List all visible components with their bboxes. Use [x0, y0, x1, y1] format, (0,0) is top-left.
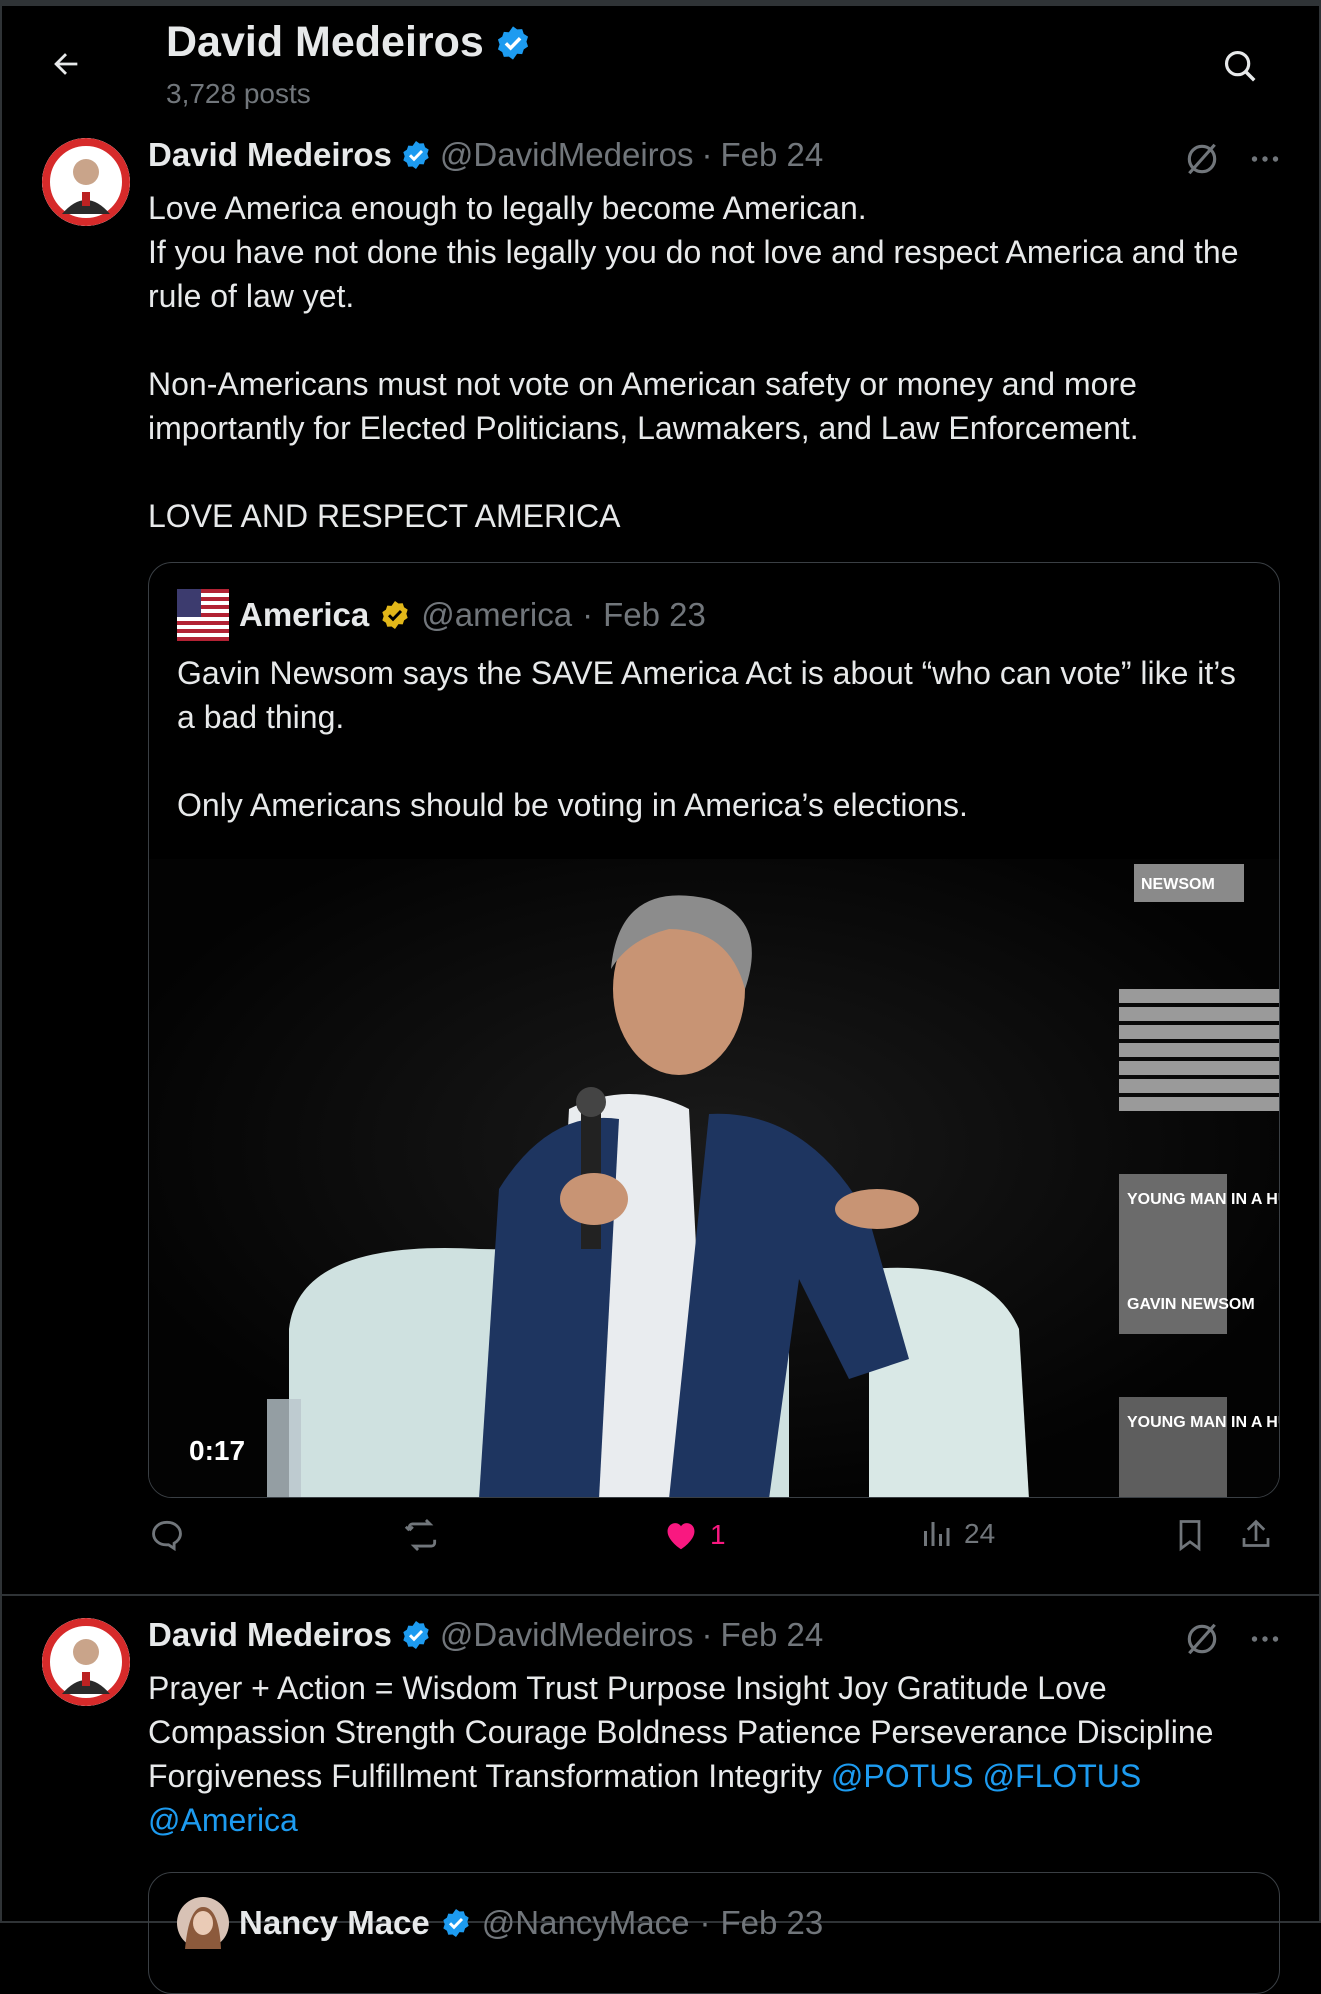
verified-badge-icon [403, 141, 429, 169]
post-text: Prayer + Action = Wisdom Trust Purpose I… [148, 1666, 1278, 1842]
post[interactable]: David Medeiros @DavidMedeiros · Feb 24 P… [2, 1598, 1321, 1994]
views-icon [924, 1522, 950, 1546]
video-player[interactable]: NEWSOM YOUNG MAN IN A HURRY GAVIN NEWSOM [149, 859, 1279, 1497]
app-frame: David Medeiros 3,728 posts David Medeiro… [0, 0, 1321, 1994]
post-date[interactable]: Feb 24 [721, 1616, 824, 1654]
profile-header: David Medeiros 3,728 posts [2, 6, 1321, 118]
quoted-post-text: Gavin Newsom says the SAVE America Act i… [177, 651, 1257, 827]
quoted-paragraph: Gavin Newsom says the SAVE America Act i… [177, 655, 1236, 735]
quoted-post-header: Nancy Mace @NancyMace · Feb 23 [177, 1897, 823, 1949]
quoted-post[interactable]: Nancy Mace @NancyMace · Feb 23 [148, 1872, 1280, 1994]
quoted-author-handle[interactable]: @NancyMace [482, 1904, 690, 1942]
view-count: 24 [964, 1518, 996, 1549]
more-icon[interactable] [1247, 1621, 1283, 1657]
share-icon [1242, 1519, 1270, 1547]
repost-icon [404, 1518, 437, 1552]
views-button[interactable]: 24 [918, 1516, 995, 1552]
book-label: YOUNG MAN IN A HURRY [1127, 1414, 1279, 1431]
post[interactable]: David Medeiros @DavidMedeiros · Feb 24 L… [2, 118, 1321, 1594]
verified-badge-icon [497, 25, 528, 60]
like-button[interactable]: 1 [662, 1516, 726, 1554]
post-header-actions [1183, 1620, 1283, 1658]
header-name: David Medeiros [166, 18, 484, 66]
book-label: NEWSOM [1141, 876, 1215, 893]
avatar-image [42, 1618, 130, 1706]
post-header-actions [1183, 140, 1283, 178]
reply-button[interactable] [148, 1516, 196, 1554]
quoted-author-name[interactable]: Nancy Mace [239, 1904, 430, 1942]
author-handle[interactable]: @DavidMedeiros [440, 1616, 694, 1654]
mention-link[interactable]: @POTUS [831, 1758, 974, 1794]
heart-icon [667, 1523, 695, 1550]
grok-icon[interactable] [1183, 140, 1221, 178]
us-flag-avatar[interactable] [177, 589, 229, 641]
search-icon [1224, 50, 1256, 82]
post-paragraph: Love America enough to legally become Am… [148, 190, 867, 226]
avatar[interactable] [42, 1618, 130, 1706]
post-paragraph: If you have not done this legally you do… [148, 234, 1239, 314]
separator: · [699, 1904, 711, 1941]
post-count: 3,728 posts [166, 78, 311, 109]
more-icon[interactable] [1247, 141, 1283, 177]
back-arrow-icon [54, 53, 78, 75]
video-duration: 0:17 [189, 1435, 246, 1466]
video-frame: NEWSOM YOUNG MAN IN A HURRY GAVIN NEWSOM [149, 859, 1279, 1497]
author-name[interactable]: David Medeiros [148, 1616, 392, 1654]
author-handle[interactable]: @DavidMedeiros [440, 136, 694, 174]
grok-icon[interactable] [1183, 1620, 1221, 1658]
reply-icon [152, 1520, 182, 1552]
quoted-author-handle[interactable]: @america [421, 596, 572, 634]
repost-button[interactable] [402, 1516, 452, 1554]
post-paragraph: LOVE AND RESPECT AMERICA [148, 498, 621, 534]
like-count: 1 [710, 1519, 726, 1550]
avatar[interactable] [42, 138, 130, 226]
gold-verified-badge-icon [382, 601, 408, 629]
verified-badge-icon [403, 1621, 429, 1649]
verified-badge-icon [443, 1909, 469, 1937]
quoted-paragraph: Only Americans should be voting in Ameri… [177, 787, 968, 823]
avatar-image [42, 138, 130, 226]
post-actions: 1 24 [148, 1516, 1278, 1576]
post-header: David Medeiros @DavidMedeiros · Feb 24 [148, 136, 823, 174]
author-name[interactable]: David Medeiros [148, 136, 392, 174]
post-divider [2, 1594, 1321, 1596]
bookmark-icon [1179, 1520, 1201, 1552]
mention-link[interactable]: @America [148, 1802, 298, 1838]
quoted-post[interactable]: America @america · Feb 23 Gavin Newsom s… [148, 562, 1280, 1498]
quoted-author-name[interactable]: America [239, 596, 369, 634]
post-text: Love America enough to legally become Am… [148, 186, 1278, 538]
quoted-post-date[interactable]: Feb 23 [721, 1904, 824, 1942]
quoted-post-date[interactable]: Feb 23 [603, 596, 706, 634]
search-button[interactable] [1214, 40, 1266, 92]
post-date[interactable]: Feb 24 [721, 136, 824, 174]
post-paragraph: Non-Americans must not vote on American … [148, 366, 1139, 446]
book-label: YOUNG MAN IN A HURRY [1127, 1191, 1279, 1208]
separator: · [701, 136, 713, 173]
book-label: GAVIN NEWSOM [1127, 1296, 1255, 1313]
page-title: David Medeiros [166, 18, 532, 67]
post-header: David Medeiros @DavidMedeiros · Feb 24 [148, 1616, 823, 1654]
quoted-avatar[interactable] [177, 1897, 229, 1949]
separator: · [582, 596, 594, 633]
bookmark-button[interactable] [1172, 1516, 1208, 1554]
back-button[interactable] [40, 38, 92, 90]
separator: · [701, 1616, 713, 1653]
share-button[interactable] [1238, 1516, 1274, 1554]
quoted-post-header: America @america · Feb 23 [177, 589, 706, 641]
mention-link[interactable]: @FLOTUS [983, 1758, 1142, 1794]
